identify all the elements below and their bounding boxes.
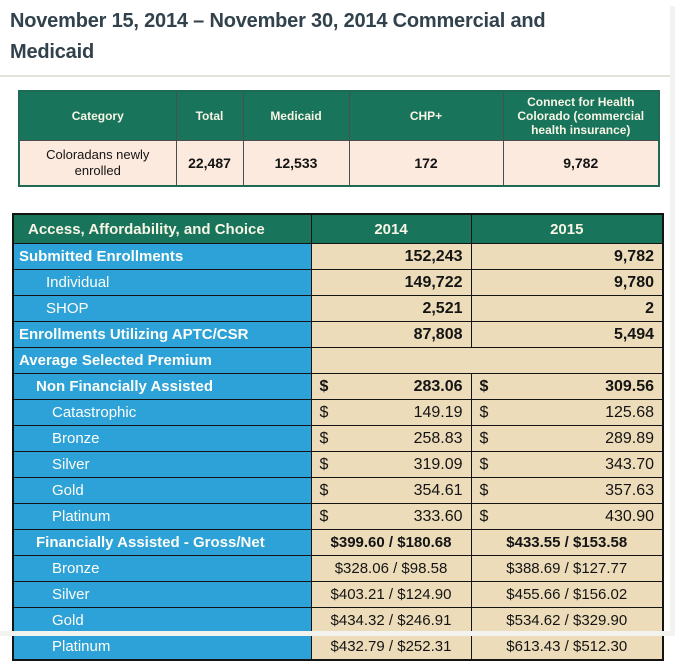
column-header-connect: Connect for Health Colorado (commercial … xyxy=(503,91,659,141)
currency-symbol: $ xyxy=(320,404,329,422)
metric-label: Bronze xyxy=(13,556,311,582)
value-2015: 5,494 xyxy=(471,322,663,348)
column-header-category: Category xyxy=(19,91,176,141)
metrics-header-row: Access, Affordability, and Choice 2014 2… xyxy=(13,214,663,244)
currency-symbol: $ xyxy=(480,482,489,500)
enrollment-header-row: Category Total Medicaid CHP+ Connect for… xyxy=(19,91,659,141)
metric-label: Enrollments Utilizing APTC/CSR xyxy=(13,322,311,348)
value-2015: $289.89 xyxy=(471,426,663,452)
value-2014: 152,243 xyxy=(311,244,471,270)
title-divider xyxy=(0,75,675,77)
row-non-financially-assisted: Non Financially Assisted $283.06 $309.56 xyxy=(13,374,663,400)
value-2014: $149.19 xyxy=(311,400,471,426)
value-2015: $388.69 / $127.77 xyxy=(471,556,663,582)
metric-label: Individual xyxy=(13,270,311,296)
value-2015: $309.56 xyxy=(471,374,663,400)
row-financially-assisted-gross-net: Financially Assisted - Gross/Net $399.60… xyxy=(13,530,663,556)
report-page: November 15, 2014 – November 30, 2014 Co… xyxy=(0,6,675,636)
page-title-line2: Medicaid xyxy=(10,37,675,68)
value-2015: 2 xyxy=(471,296,663,322)
enrollment-medicaid-cell: 12,533 xyxy=(243,141,349,187)
metric-label: Average Selected Premium xyxy=(13,348,311,374)
page-edge-bottom xyxy=(0,631,675,636)
page-title: November 15, 2014 – November 30, 2014 Co… xyxy=(10,6,675,68)
row-enrollments-aptc-csr: Enrollments Utilizing APTC/CSR 87,808 5,… xyxy=(13,322,663,348)
currency-symbol: $ xyxy=(480,378,489,396)
row-silver-gross-net: Silver $403.21 / $124.90 $455.66 / $156.… xyxy=(13,582,663,608)
currency-symbol: $ xyxy=(320,482,329,500)
value-2015: $433.55 / $153.58 xyxy=(471,530,663,556)
value-2015: $455.66 / $156.02 xyxy=(471,582,663,608)
value-2015: $613.43 / $512.30 xyxy=(471,634,663,661)
metrics-table: Access, Affordability, and Choice 2014 2… xyxy=(12,213,664,661)
row-bronze-premium: Bronze $258.83 $289.89 xyxy=(13,426,663,452)
row-silver-premium: Silver $319.09 $343.70 xyxy=(13,452,663,478)
enrollment-category-cell: Coloradans newly enrolled xyxy=(19,141,176,187)
metric-label: Gold xyxy=(13,478,311,504)
currency-symbol: $ xyxy=(480,508,489,526)
value-2014: $333.60 xyxy=(311,504,471,530)
row-platinum-premium: Platinum $333.60 $430.90 xyxy=(13,504,663,530)
currency-symbol: $ xyxy=(480,456,489,474)
value-2014: 2,521 xyxy=(311,296,471,322)
metric-label: Bronze xyxy=(13,426,311,452)
row-catastrophic: Catastrophic $149.19 $125.68 xyxy=(13,400,663,426)
currency-symbol: $ xyxy=(320,378,329,396)
empty-span-cell xyxy=(311,348,663,374)
metric-label: Catastrophic xyxy=(13,400,311,426)
row-average-selected-premium: Average Selected Premium xyxy=(13,348,663,374)
value-2015: 9,780 xyxy=(471,270,663,296)
metric-label: Platinum xyxy=(13,504,311,530)
value-2014: $403.21 / $124.90 xyxy=(311,582,471,608)
column-header-medicaid: Medicaid xyxy=(243,91,349,141)
value-2014: $319.09 xyxy=(311,452,471,478)
currency-symbol: $ xyxy=(320,456,329,474)
value-2015: 9,782 xyxy=(471,244,663,270)
metric-label: Platinum xyxy=(13,634,311,661)
value-2015: $343.70 xyxy=(471,452,663,478)
enrollment-total-cell: 22,487 xyxy=(176,141,243,187)
currency-symbol: $ xyxy=(320,508,329,526)
value-2014: $354.61 xyxy=(311,478,471,504)
value-2014: $399.60 / $180.68 xyxy=(311,530,471,556)
metric-label: SHOP xyxy=(13,296,311,322)
row-bronze-gross-net: Bronze $328.06 / $98.58 $388.69 / $127.7… xyxy=(13,556,663,582)
row-shop: SHOP 2,521 2 xyxy=(13,296,663,322)
currency-symbol: $ xyxy=(480,404,489,422)
currency-symbol: $ xyxy=(480,430,489,448)
metric-label: Non Financially Assisted xyxy=(13,374,311,400)
enrollment-summary-table: Category Total Medicaid CHP+ Connect for… xyxy=(18,90,660,187)
value-2015: $430.90 xyxy=(471,504,663,530)
value-2014: $328.06 / $98.58 xyxy=(311,556,471,582)
page-title-line1: November 15, 2014 – November 30, 2014 Co… xyxy=(10,6,675,37)
column-header-chp: CHP+ xyxy=(349,91,503,141)
row-submitted-enrollments: Submitted Enrollments 152,243 9,782 xyxy=(13,244,663,270)
enrollment-data-row: Coloradans newly enrolled 22,487 12,533 … xyxy=(19,141,659,187)
value-2014: 87,808 xyxy=(311,322,471,348)
currency-symbol: $ xyxy=(320,430,329,448)
row-platinum-gross-net: Platinum $432.79 / $252.31 $613.43 / $51… xyxy=(13,634,663,661)
row-individual: Individual 149,722 9,780 xyxy=(13,270,663,296)
metric-label: Silver xyxy=(13,582,311,608)
value-2014: 149,722 xyxy=(311,270,471,296)
value-2014: $432.79 / $252.31 xyxy=(311,634,471,661)
enrollment-connect-cell: 9,782 xyxy=(503,141,659,187)
column-header-2014: 2014 xyxy=(311,214,471,244)
value-2014: $258.83 xyxy=(311,426,471,452)
value-2014: $283.06 xyxy=(311,374,471,400)
value-2015: $125.68 xyxy=(471,400,663,426)
column-header-2015: 2015 xyxy=(471,214,663,244)
row-gold-premium: Gold $354.61 $357.63 xyxy=(13,478,663,504)
metrics-table-title: Access, Affordability, and Choice xyxy=(13,214,311,244)
column-header-total: Total xyxy=(176,91,243,141)
metric-label: Silver xyxy=(13,452,311,478)
metric-label: Submitted Enrollments xyxy=(13,244,311,270)
enrollment-chp-cell: 172 xyxy=(349,141,503,187)
value-2015: $357.63 xyxy=(471,478,663,504)
metric-label: Financially Assisted - Gross/Net xyxy=(13,530,311,556)
page-edge-right xyxy=(670,6,675,636)
